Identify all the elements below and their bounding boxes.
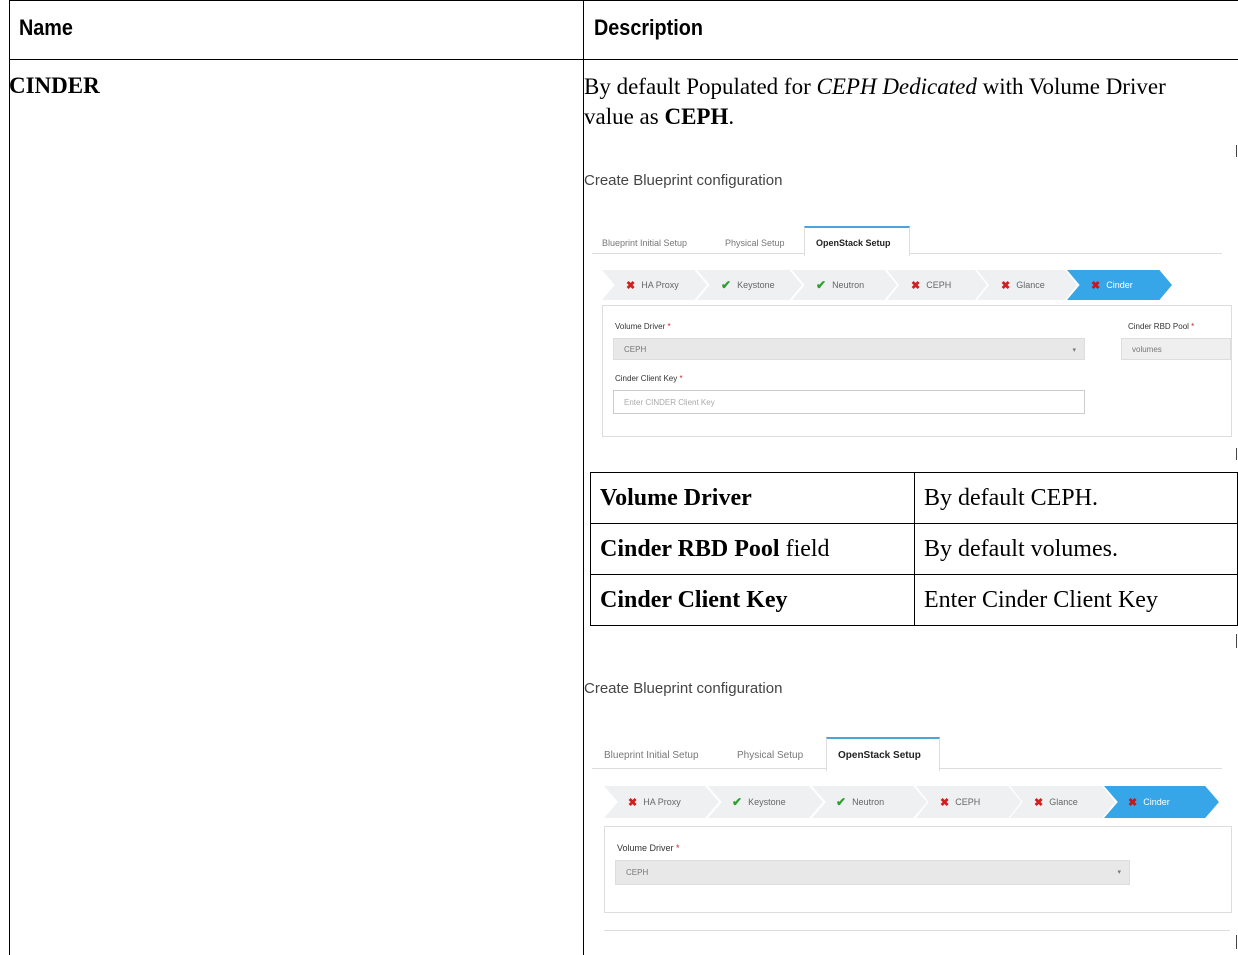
cinder-form-panel: Volume Driver * CEPH ▾ bbox=[604, 826, 1232, 913]
field-table: Volume Driver By default CEPH. Cinder RB… bbox=[590, 472, 1238, 626]
client-key-input[interactable]: Enter CINDER Client Key bbox=[613, 390, 1085, 414]
step-ceph[interactable]: ✖ CEPH bbox=[887, 270, 987, 300]
field-name: Cinder RBD Pool bbox=[600, 535, 780, 562]
table-row: Cinder Client Key Enter Cinder Client Ke… bbox=[590, 574, 1238, 626]
row-description: By default Populated for CEPH Dedicated … bbox=[584, 72, 1214, 132]
volume-driver-label: Volume Driver * bbox=[615, 322, 671, 331]
tab-physical-setup[interactable]: Physical Setup bbox=[725, 238, 785, 248]
field-name-cell: Cinder Client Key bbox=[590, 574, 915, 626]
required-mark: * bbox=[667, 322, 671, 331]
check-mark-icon: ✔ bbox=[816, 278, 827, 292]
table-header-row: Name Description bbox=[10, 0, 1238, 60]
label-text: Cinder RBD Pool bbox=[1128, 322, 1189, 331]
header-description: Description bbox=[594, 15, 703, 40]
input-placeholder: Enter CINDER Client Key bbox=[624, 397, 715, 407]
step-glance[interactable]: ✖ Glance bbox=[1010, 786, 1115, 818]
check-mark-icon: ✔ bbox=[732, 795, 743, 809]
step-label: HA Proxy bbox=[643, 797, 681, 807]
blueprint-screenshot-2: Create Blueprint configuration Blueprint… bbox=[582, 668, 1232, 948]
x-mark-icon: ✖ bbox=[1128, 796, 1138, 809]
x-mark-icon: ✖ bbox=[626, 279, 636, 292]
step-label: CEPH bbox=[955, 797, 981, 807]
step-label: Neutron bbox=[832, 280, 865, 290]
select-value: CEPH bbox=[626, 868, 649, 877]
desc-text-3: . bbox=[728, 104, 735, 129]
x-mark-icon: ✖ bbox=[1034, 796, 1044, 809]
x-mark-icon: ✖ bbox=[1091, 279, 1101, 292]
crop-mark bbox=[1236, 634, 1237, 648]
table-row: Cinder RBD Pool field By default volumes… bbox=[590, 523, 1238, 575]
step-label: Cinder bbox=[1106, 280, 1133, 290]
step-label: Neutron bbox=[852, 797, 885, 807]
panel-footer-line bbox=[604, 930, 1230, 931]
step-neutron[interactable]: ✔ Neutron bbox=[812, 786, 927, 818]
step-label: Glance bbox=[1049, 797, 1078, 807]
cinder-form-panel: Volume Driver * CEPH ▾ Cinder RBD Pool * … bbox=[602, 305, 1232, 437]
required-mark: * bbox=[1191, 322, 1195, 331]
field-value-cell: Enter Cinder Client Key bbox=[914, 574, 1238, 626]
blueprint-screenshot-1: Create Blueprint configuration Blueprint… bbox=[582, 160, 1232, 450]
tab-openstack-setup[interactable]: OpenStack Setup bbox=[816, 238, 891, 248]
desc-text-1: By default Populated for bbox=[584, 74, 817, 99]
volume-driver-label: Volume Driver * bbox=[617, 843, 680, 853]
rbd-pool-input[interactable]: volumes bbox=[1121, 338, 1231, 360]
field-value-cell: By default volumes. bbox=[914, 523, 1238, 575]
step-glance[interactable]: ✖ Glance bbox=[977, 270, 1077, 300]
caret-down-icon: ▾ bbox=[1072, 347, 1076, 354]
step-label: CEPH bbox=[926, 280, 952, 290]
step-ha-proxy[interactable]: ✖ HA Proxy bbox=[604, 786, 719, 818]
tab-blueprint-initial-setup[interactable]: Blueprint Initial Setup bbox=[602, 238, 687, 248]
required-mark: * bbox=[676, 843, 680, 853]
x-mark-icon: ✖ bbox=[1001, 279, 1011, 292]
field-value-cell: By default CEPH. bbox=[914, 472, 1238, 524]
step-label: Keystone bbox=[748, 797, 786, 807]
client-key-label: Cinder Client Key * bbox=[615, 374, 683, 383]
x-mark-icon: ✖ bbox=[628, 796, 638, 809]
check-mark-icon: ✔ bbox=[721, 278, 732, 292]
row-name-cinder: CINDER bbox=[9, 73, 100, 98]
x-mark-icon: ✖ bbox=[911, 279, 921, 292]
desc-italic: CEPH Dedicated bbox=[816, 74, 977, 99]
step-ceph[interactable]: ✖ CEPH bbox=[916, 786, 1021, 818]
step-keystone[interactable]: ✔ Keystone bbox=[708, 786, 823, 818]
step-neutron[interactable]: ✔ Neutron bbox=[792, 270, 897, 300]
field-name: Volume Driver bbox=[600, 484, 752, 511]
tab-openstack-setup[interactable]: OpenStack Setup bbox=[838, 750, 921, 761]
volume-driver-select[interactable]: CEPH ▾ bbox=[615, 860, 1130, 885]
tab-physical-setup[interactable]: Physical Setup bbox=[737, 750, 803, 761]
desc-bold: CEPH bbox=[664, 104, 729, 129]
x-mark-icon: ✖ bbox=[940, 796, 950, 809]
screenshot-title: Create Blueprint configuration bbox=[584, 680, 783, 697]
step-keystone[interactable]: ✔ Keystone bbox=[697, 270, 802, 300]
check-mark-icon: ✔ bbox=[836, 795, 847, 809]
select-value: CEPH bbox=[624, 344, 647, 354]
label-text: Volume Driver bbox=[615, 322, 666, 331]
crop-mark bbox=[1236, 145, 1237, 157]
step-label: Cinder bbox=[1143, 797, 1170, 807]
field-name: Cinder Client Key bbox=[600, 586, 788, 613]
label-text: Volume Driver bbox=[617, 843, 674, 853]
crop-mark bbox=[1236, 448, 1237, 460]
field-name-suffix: field bbox=[779, 535, 830, 562]
step-label: Glance bbox=[1016, 280, 1045, 290]
screenshot-title: Create Blueprint configuration bbox=[584, 172, 783, 189]
step-label: HA Proxy bbox=[641, 280, 679, 290]
input-value: volumes bbox=[1132, 344, 1162, 354]
step-ha-proxy[interactable]: ✖ HA Proxy bbox=[602, 270, 707, 300]
required-mark: * bbox=[679, 374, 683, 383]
tab-blueprint-initial-setup[interactable]: Blueprint Initial Setup bbox=[604, 750, 699, 761]
step-cinder[interactable]: ✖ Cinder bbox=[1104, 786, 1219, 818]
header-name: Name bbox=[19, 15, 73, 40]
field-name-cell: Cinder RBD Pool field bbox=[590, 523, 915, 575]
volume-driver-select[interactable]: CEPH ▾ bbox=[613, 338, 1085, 360]
crop-mark bbox=[1236, 935, 1237, 949]
step-label: Keystone bbox=[737, 280, 775, 290]
field-name-cell: Volume Driver bbox=[590, 472, 915, 524]
caret-down-icon: ▾ bbox=[1117, 869, 1121, 876]
step-cinder[interactable]: ✖ Cinder bbox=[1067, 270, 1172, 300]
rbd-pool-label: Cinder RBD Pool * bbox=[1128, 322, 1194, 331]
table-row: Volume Driver By default CEPH. bbox=[590, 472, 1238, 524]
label-text: Cinder Client Key bbox=[615, 374, 678, 383]
